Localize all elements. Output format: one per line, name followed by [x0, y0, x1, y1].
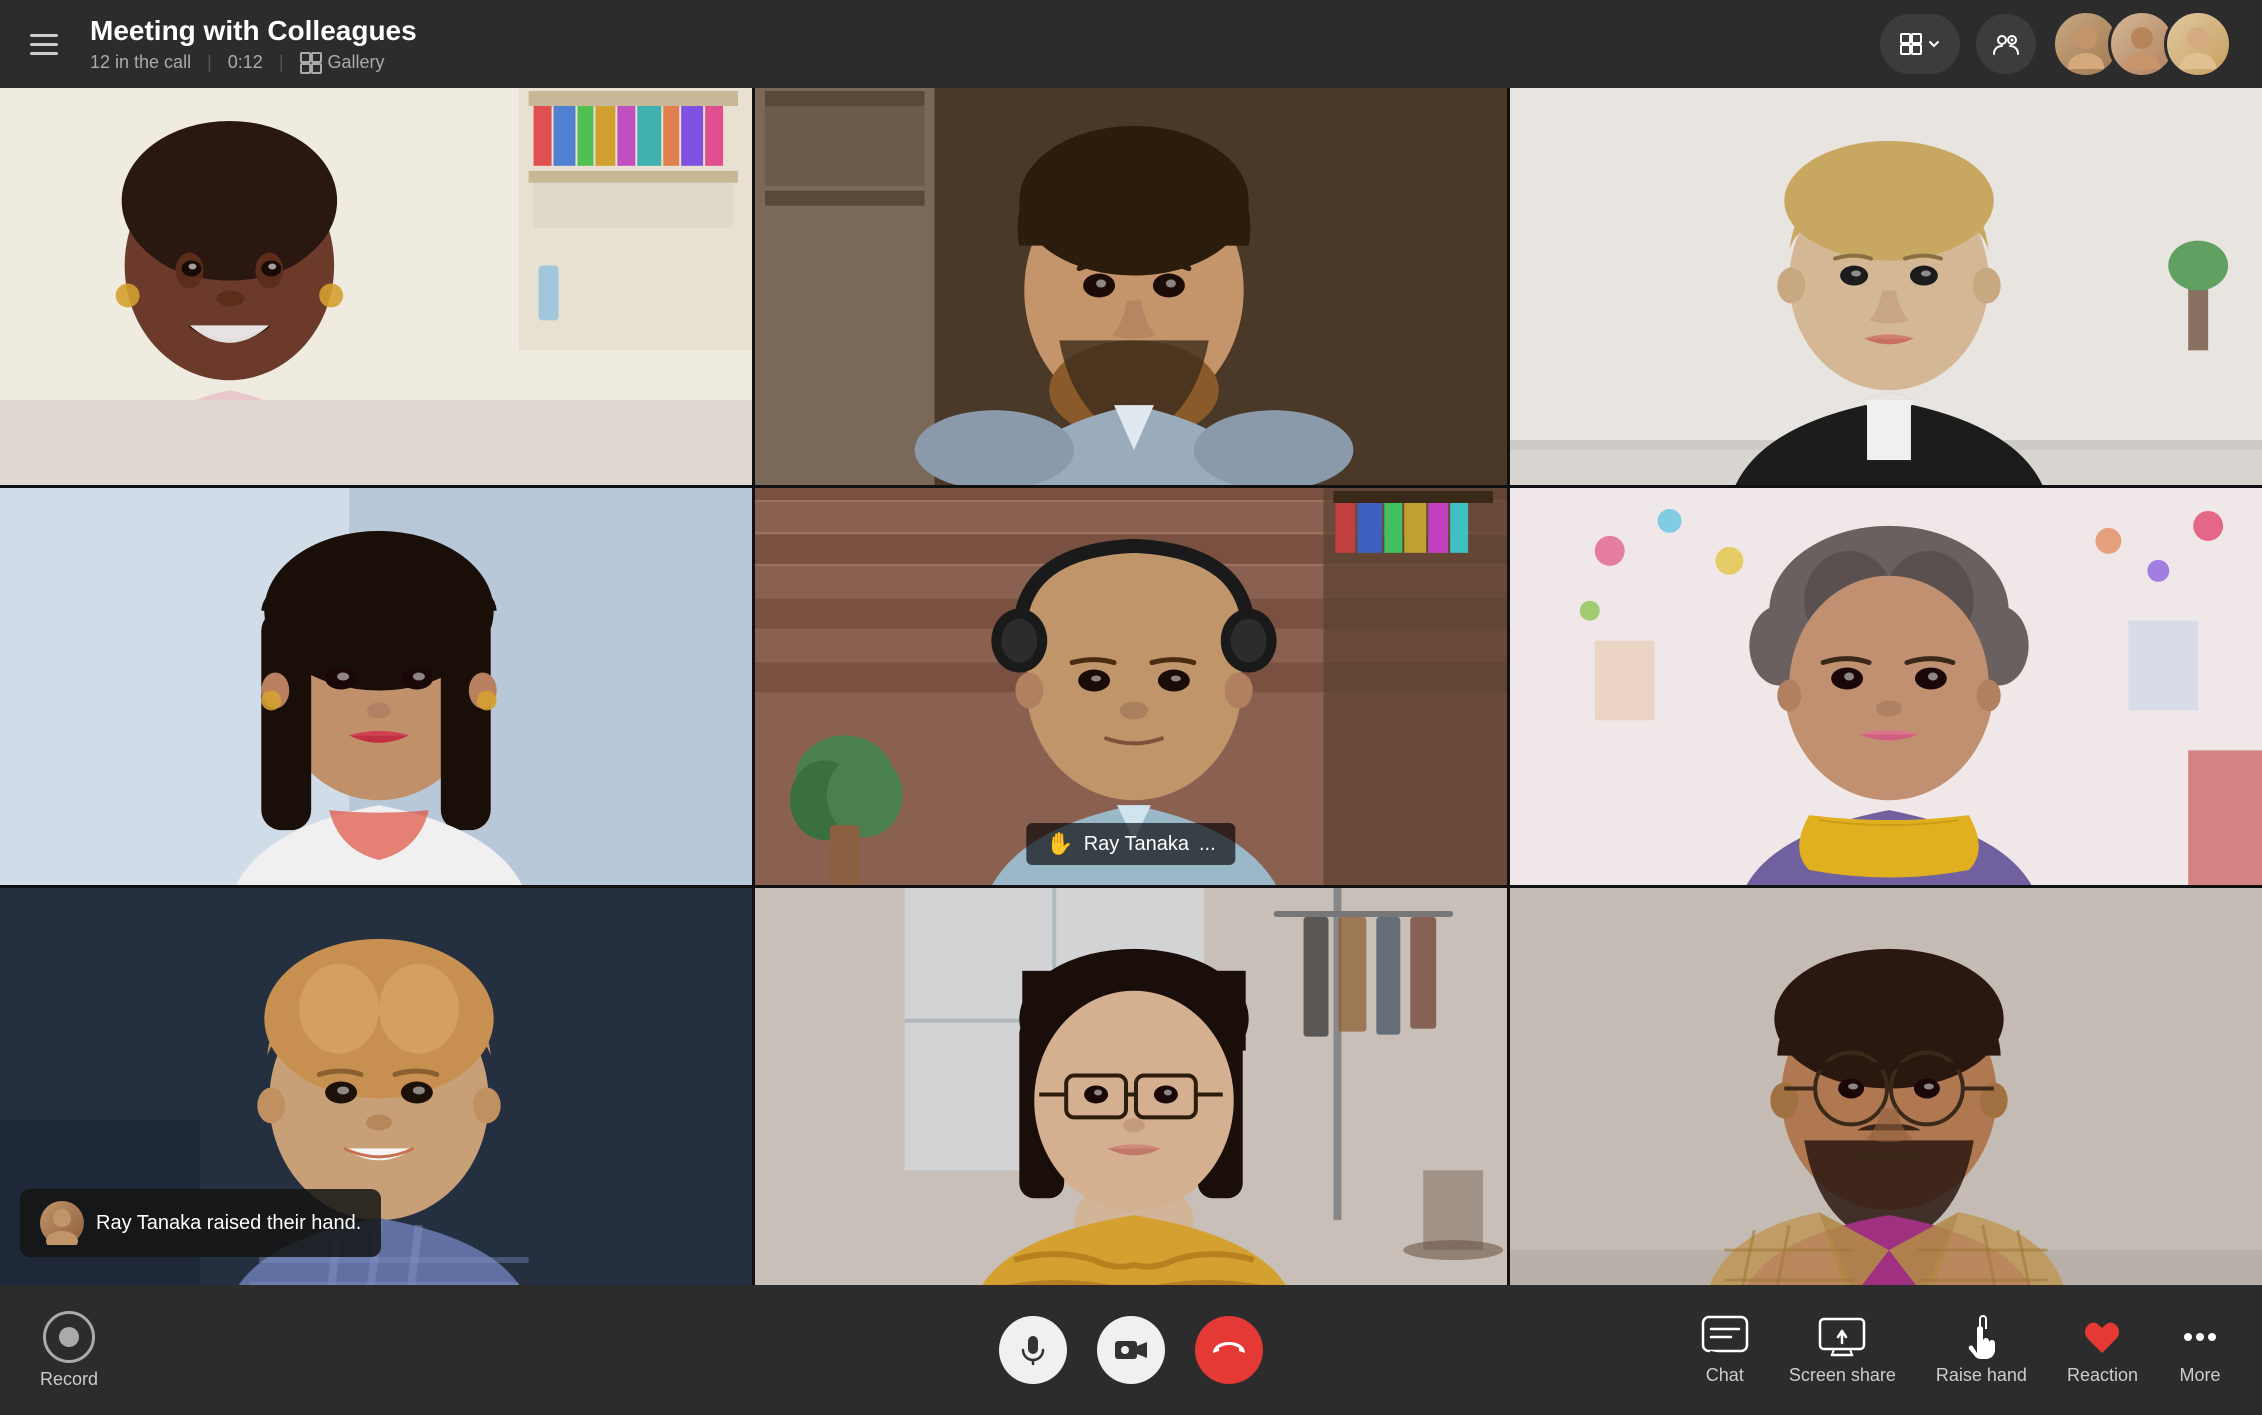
raise-hand-button[interactable]: Raise hand [1936, 1315, 2027, 1386]
people-icon [1992, 30, 2020, 58]
video-cell-5[interactable]: ✋ Ray Tanaka ... [755, 488, 1507, 885]
video-cell-9[interactable] [1510, 888, 2262, 1285]
hangup-button[interactable] [1195, 1316, 1263, 1384]
video-cell-7[interactable]: Ray Tanaka raised their hand. [0, 888, 752, 1285]
reaction-button[interactable]: Reaction [2067, 1315, 2138, 1386]
mic-icon-circle [999, 1316, 1067, 1384]
camera-icon-circle [1097, 1316, 1165, 1384]
chat-icon [1701, 1315, 1749, 1359]
hangup-icon [1211, 1339, 1247, 1361]
reaction-icon [2080, 1315, 2124, 1359]
meeting-meta: 12 in the call | 0:12 | Gallery [90, 52, 1880, 74]
active-speaker-badge: ✋ Ray Tanaka ... [1026, 823, 1235, 865]
meeting-title: Meeting with Colleagues [90, 14, 1880, 48]
toast-text: Ray Tanaka raised their hand. [96, 1212, 361, 1235]
more-label: More [2179, 1365, 2220, 1386]
more-button[interactable]: More [2178, 1315, 2222, 1386]
toolbar-right-controls: Chat Screen share Raise hand [1701, 1315, 2222, 1386]
layout-icon [1899, 32, 1923, 56]
hangup-icon-circle [1195, 1316, 1263, 1384]
record-control[interactable]: Record [40, 1311, 98, 1390]
toolbar-center-controls [999, 1316, 1263, 1384]
camera-icon [1114, 1336, 1148, 1364]
video-cell-2[interactable] [755, 88, 1507, 485]
gallery-label: Gallery [328, 52, 385, 73]
record-icon-circle [43, 1311, 95, 1363]
screen-share-label: Screen share [1789, 1365, 1896, 1386]
record-label: Record [40, 1369, 98, 1390]
video-cell-1[interactable] [0, 88, 752, 485]
reaction-label: Reaction [2067, 1365, 2138, 1386]
timer: 0:12 [228, 52, 263, 73]
chat-button[interactable]: Chat [1701, 1315, 1749, 1386]
raise-hand-icon [1961, 1315, 2001, 1359]
mic-button[interactable] [999, 1316, 1067, 1384]
raise-hand-label: Raise hand [1936, 1365, 2027, 1386]
screen-share-icon [1818, 1315, 1866, 1359]
chat-label: Chat [1706, 1365, 1744, 1386]
video-cell-8[interactable] [755, 888, 1507, 1285]
video-grid: ✋ Ray Tanaka ... [0, 88, 2262, 1285]
header-controls [1880, 10, 2232, 78]
video-cell-3[interactable] [1510, 88, 2262, 485]
header: Meeting with Colleagues 12 in the call |… [0, 0, 2262, 88]
more-icon [2178, 1315, 2222, 1359]
hamburger-menu-button[interactable] [30, 26, 66, 62]
gallery-icon [300, 52, 322, 74]
camera-button[interactable] [1097, 1316, 1165, 1384]
meta-separator-1: | [207, 52, 212, 73]
mic-icon [1017, 1334, 1049, 1366]
notification-toast: Ray Tanaka raised their hand. [20, 1189, 381, 1257]
video-cell-4[interactable] [0, 488, 752, 885]
participants-button[interactable] [1976, 14, 2036, 74]
screen-share-button[interactable]: Screen share [1789, 1315, 1896, 1386]
record-dot [59, 1327, 79, 1347]
avatar-3 [2164, 10, 2232, 78]
toolbar: Record [0, 1285, 2262, 1415]
speaker-name: Ray Tanaka [1084, 833, 1189, 856]
chevron-down-icon [1927, 37, 1941, 51]
toast-avatar [40, 1201, 84, 1245]
speaker-more: ... [1199, 833, 1216, 856]
layout-button[interactable] [1880, 14, 1960, 74]
meeting-info: Meeting with Colleagues 12 in the call |… [90, 14, 1880, 74]
participants-count: 12 in the call [90, 52, 191, 73]
raised-hand-emoji: ✋ [1046, 831, 1073, 857]
participant-avatars [2052, 10, 2232, 78]
meta-separator-2: | [279, 52, 284, 73]
gallery-view-indicator: Gallery [300, 52, 385, 74]
video-cell-6[interactable] [1510, 488, 2262, 885]
